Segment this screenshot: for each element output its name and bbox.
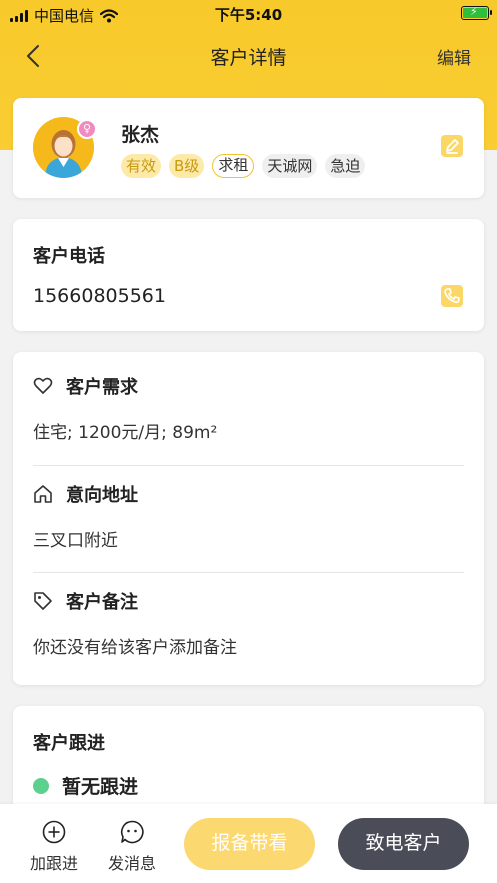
tag-type: 求租	[212, 154, 255, 178]
divider	[33, 465, 464, 466]
plus-circle-icon	[42, 820, 66, 844]
remark-section: 客户备注 你还没有给该客户添加备注	[33, 589, 464, 658]
address-section: 意向地址 三叉口附近	[33, 482, 464, 551]
status-bar: 中国电信 下午5:40 ⚡	[0, 0, 497, 28]
remark-text: 你还没有给该客户添加备注	[33, 638, 237, 658]
tag-status: 有效	[121, 154, 162, 178]
message-icon	[120, 820, 144, 844]
customer-name: 张杰	[121, 124, 160, 146]
follow-title: 客户跟进	[33, 733, 105, 754]
address-text: 三叉口附近	[33, 531, 118, 551]
nav-bar: 客户详情 编辑	[0, 40, 497, 72]
home-icon	[34, 485, 52, 503]
send-message-label: 发消息	[107, 854, 156, 873]
details-card: 客户需求 住宅; 1200元/月; 89m² 意向地址 三叉口附近 客户备注 你…	[13, 352, 484, 685]
tag-level: B级	[169, 154, 205, 178]
remark-title: 客户备注	[66, 592, 138, 613]
add-follow-label: 加跟进	[29, 854, 78, 873]
tag-source: 天诚网	[262, 154, 318, 178]
report-visit-button[interactable]: 报备带看	[184, 818, 315, 870]
phone-number: 15660805561	[33, 285, 166, 307]
send-message-button[interactable]: 发消息	[102, 820, 162, 874]
status-dot-icon	[33, 777, 49, 794]
bottom-action-bar: 加跟进 发消息 报备带看 致电客户	[0, 804, 497, 883]
edit-profile-icon[interactable]	[440, 134, 464, 158]
address-title: 意向地址	[66, 485, 138, 506]
tag-urgency: 急迫	[325, 154, 366, 178]
heart-icon	[33, 377, 53, 394]
demand-title: 客户需求	[66, 377, 138, 398]
female-icon: ♀	[77, 119, 97, 139]
phone-section-title: 客户电话	[33, 246, 105, 267]
follow-status: 暂无跟进	[33, 772, 138, 799]
divider	[33, 572, 464, 573]
phone-icon[interactable]	[440, 284, 464, 308]
demand-text: 住宅; 1200元/月; 89m²	[33, 423, 218, 443]
phone-card: 客户电话 15660805561	[13, 219, 484, 331]
tag-list: 有效 B级 求租 天诚网 急迫	[121, 154, 366, 178]
call-customer-button[interactable]: 致电客户	[338, 818, 469, 870]
profile-card: ♀ 张杰 有效 B级 求租 天诚网 急迫	[13, 98, 484, 198]
add-follow-button[interactable]: 加跟进	[24, 820, 84, 874]
edit-button[interactable]: 编辑	[437, 44, 471, 69]
battery-icon: ⚡	[461, 5, 492, 20]
tag-icon	[34, 592, 52, 610]
follow-status-text: 暂无跟进	[62, 776, 139, 798]
status-time: 下午5:40	[214, 6, 283, 24]
page-title: 客户详情	[210, 47, 287, 69]
demand-section: 客户需求 住宅; 1200元/月; 89m²	[33, 374, 464, 443]
